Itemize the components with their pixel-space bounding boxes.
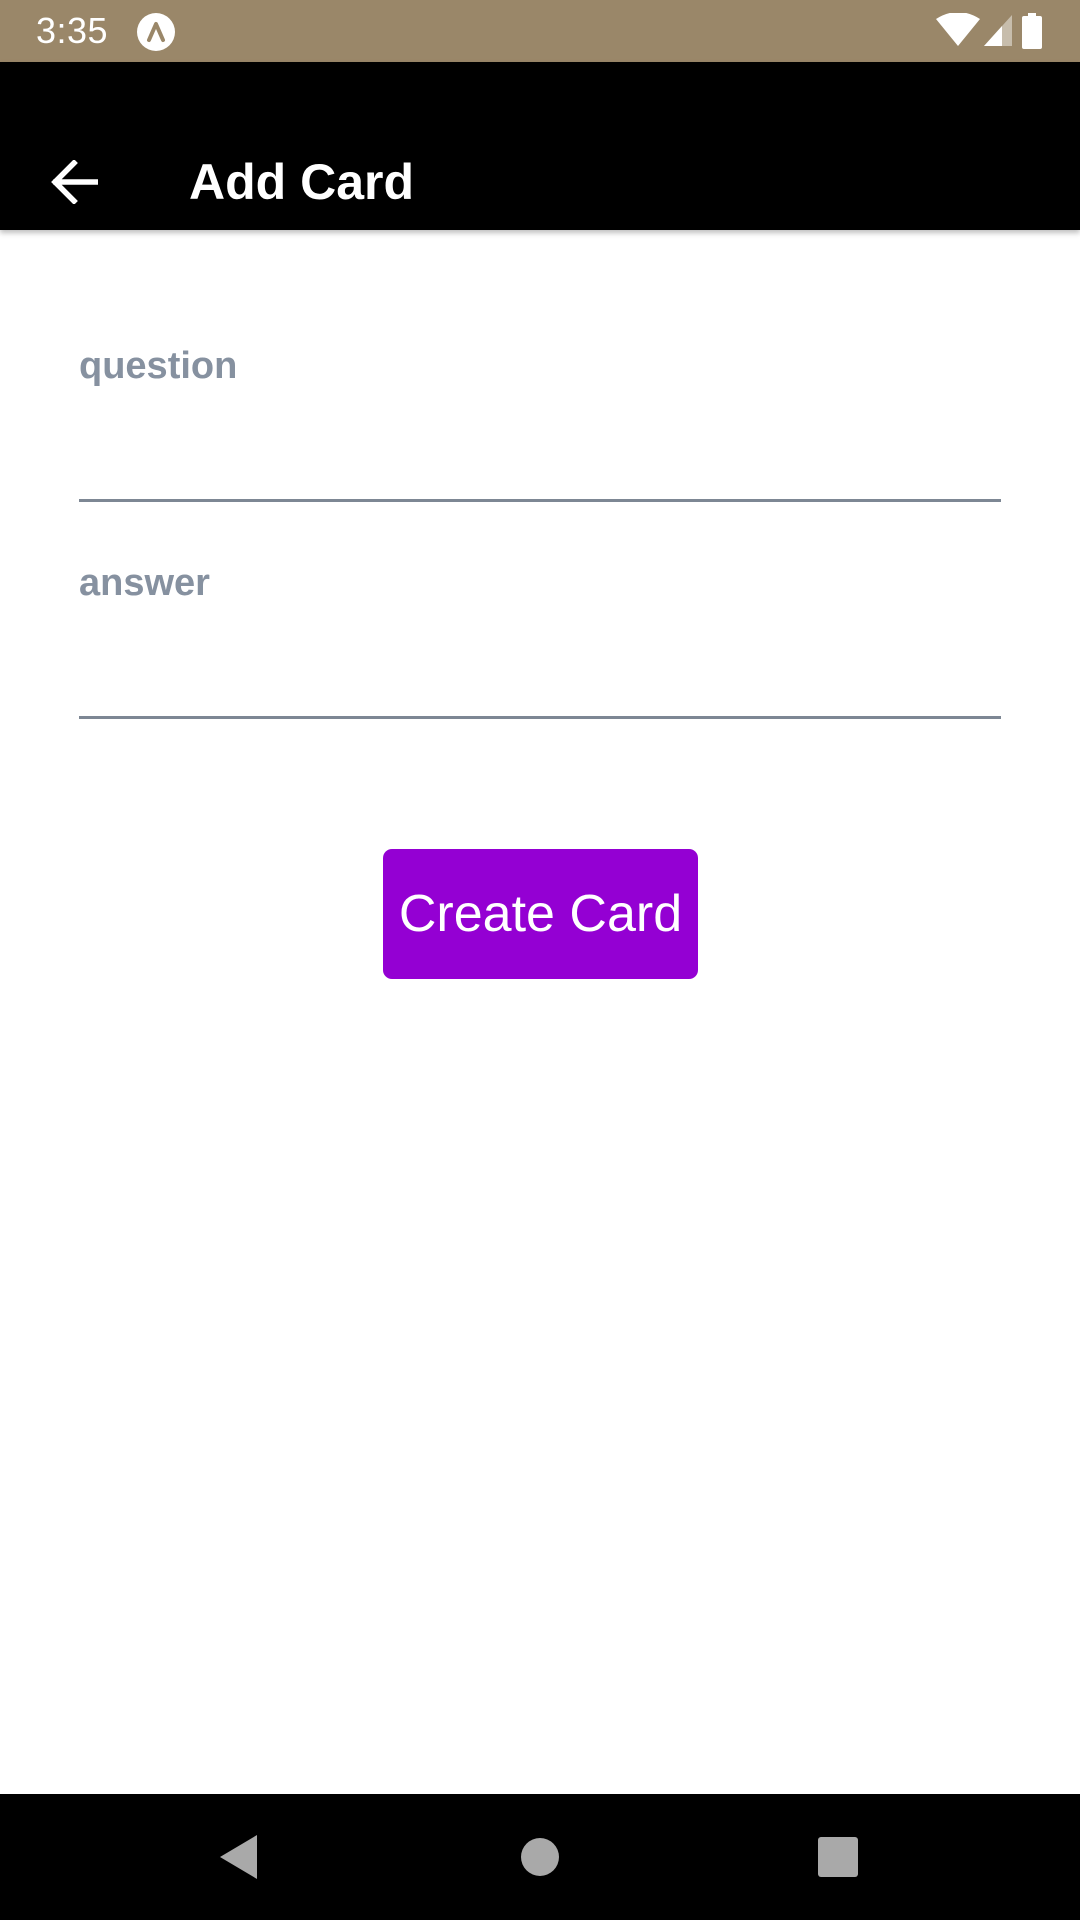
answer-input[interactable]: [79, 646, 1001, 719]
back-triangle-icon: [220, 1835, 257, 1879]
page-title: Add Card: [189, 154, 414, 210]
create-card-button[interactable]: Create Card: [383, 849, 698, 979]
answer-label: answer: [79, 562, 210, 604]
status-bar: 3:35: [0, 0, 1080, 62]
system-nav-bar: [0, 1794, 1080, 1920]
question-input[interactable]: [79, 429, 1001, 502]
nav-recents-button[interactable]: [800, 1819, 876, 1895]
cellular-signal-icon: [984, 15, 1012, 46]
home-circle-icon: [521, 1838, 559, 1876]
recents-square-icon: [818, 1837, 858, 1877]
status-time: 3:35: [36, 10, 109, 51]
app-bar: Add Card: [0, 62, 1080, 230]
wifi-icon: [936, 13, 980, 46]
battery-icon: [1022, 13, 1042, 49]
question-label: question: [79, 345, 238, 387]
nav-home-button[interactable]: [502, 1819, 578, 1895]
add-card-screen: 3:35 Add Card question answer Create Car…: [0, 0, 1080, 1920]
notification-app-icon: [137, 13, 175, 51]
nav-back-button[interactable]: [201, 1819, 277, 1895]
back-button[interactable]: [38, 146, 110, 218]
arrow-left-icon: [51, 160, 98, 204]
